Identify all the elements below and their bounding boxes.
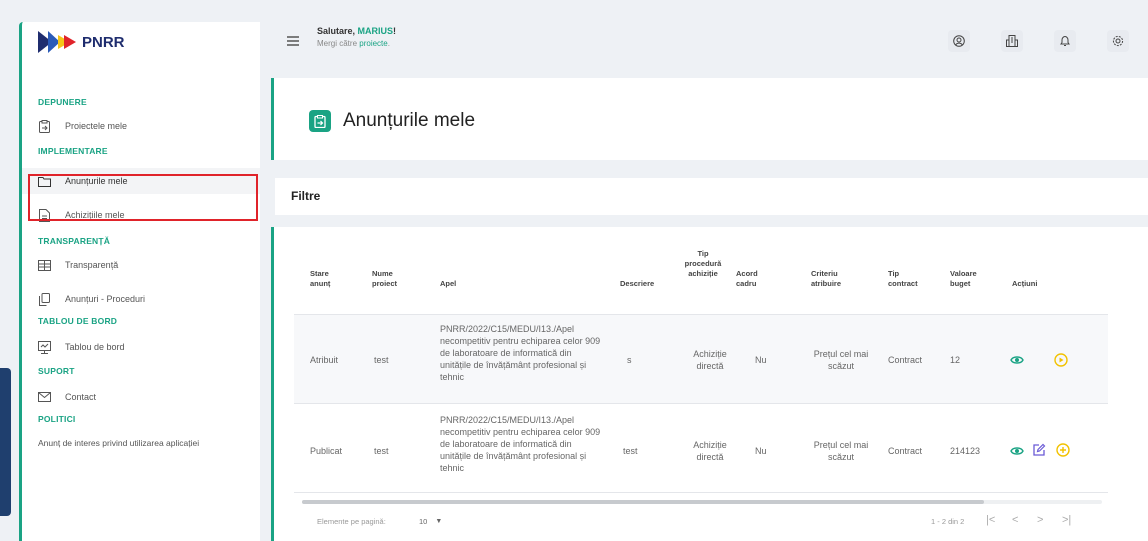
next-page-button[interactable]: >: [1037, 514, 1043, 526]
cell-stare: Publicat: [310, 446, 343, 456]
filters-panel[interactable]: Filtre: [275, 178, 1148, 215]
user-name: MARIUS: [357, 26, 394, 36]
cell-tip-procedura: Achiziție directă: [693, 440, 727, 462]
greeting-sub-suffix: .: [387, 39, 390, 48]
cell-acord: Nu: [755, 355, 767, 365]
greeting-exclaim: !: [393, 26, 397, 36]
first-page-button[interactable]: |<: [986, 514, 995, 526]
projects-link[interactable]: proiecte: [359, 39, 387, 48]
organization-icon[interactable]: [1001, 30, 1023, 52]
section-suport: SUPORT: [38, 366, 75, 376]
greeting: Salutare, MARIUS! Mergi către proiecte.: [317, 26, 396, 48]
col-nume[interactable]: Nume proiect: [372, 269, 412, 289]
edit-icon[interactable]: [1032, 443, 1046, 457]
per-page-select[interactable]: 10 ▼: [419, 517, 442, 526]
cell-acord: Nu: [755, 446, 767, 456]
sidebar-item-label: Transparență: [65, 260, 119, 270]
gear-icon[interactable]: [1107, 30, 1129, 52]
sidebar-item-contact[interactable]: Contact: [22, 384, 260, 410]
side-handle[interactable]: [0, 368, 11, 516]
cell-valoare: 214123: [950, 446, 981, 456]
mail-icon: [38, 391, 51, 404]
page-header: Anunțurile mele: [271, 78, 1148, 160]
sidebar-item-label: Contact: [65, 392, 97, 402]
col-tip-contract[interactable]: Tip contract: [888, 269, 920, 289]
section-politici: POLITICI: [38, 414, 76, 424]
clipboard-icon: [309, 110, 331, 132]
sidebar-item-label: Proiectele mele: [65, 121, 128, 131]
sidebar-item-label: Tablou de bord: [65, 342, 125, 352]
chevron-down-icon: ▼: [435, 518, 443, 525]
page-range: 1 - 2 din 2: [931, 517, 965, 526]
menu-toggle-icon[interactable]: [287, 33, 299, 49]
table-icon: [38, 259, 51, 272]
announcements-table: Stare anunț Nume proiect Apel Descriere …: [271, 227, 1148, 541]
cell-nume: test: [374, 355, 389, 365]
presentation-icon: [38, 340, 51, 354]
sidebar-item-label: Anunțuri - Proceduri: [65, 294, 146, 304]
sidebar-item-anunt-interes[interactable]: Anunț de interes privind utilizarea apli…: [22, 438, 260, 448]
cell-apel: PNRR/2022/C15/MEDU/I13./Apel necompetiti…: [440, 324, 601, 382]
bell-icon[interactable]: [1054, 30, 1076, 52]
greeting-sub: Mergi către: [317, 39, 358, 48]
copy-icon: [38, 292, 51, 306]
sidebar-item-tablou-de-bord[interactable]: Tablou de bord: [22, 334, 260, 360]
cell-apel: PNRR/2022/C15/MEDU/I13./Apel necompetiti…: [440, 415, 601, 473]
highlight-box: [28, 174, 258, 221]
sidebar: PNRR DEPUNERE Proiectele mele IMPLEMENTA…: [19, 22, 260, 541]
cell-stare: Atribuit: [310, 355, 339, 365]
add-circle-icon[interactable]: [1056, 443, 1070, 457]
col-valoare[interactable]: Valoare buget: [950, 269, 982, 289]
section-tablou-de-bord: TABLOU DE BORD: [38, 316, 118, 326]
brand-logo[interactable]: PNRR: [22, 22, 260, 62]
play-circle-icon[interactable]: [1054, 353, 1068, 367]
per-page-value: 10: [419, 517, 428, 526]
header-actions: [948, 30, 1129, 52]
col-tip-procedura[interactable]: Tip procedură achiziție: [682, 249, 724, 279]
col-descriere[interactable]: Descriere: [620, 279, 654, 289]
cell-tip-contract: Contract: [888, 446, 923, 456]
sidebar-item-transparenta[interactable]: Transparență: [22, 252, 260, 278]
col-stare[interactable]: Stare anunț: [310, 269, 350, 289]
sidebar-item-anunturi-proceduri[interactable]: Anunțuri - Proceduri: [22, 286, 260, 312]
cell-tip-procedura: Achiziție directă: [693, 349, 727, 371]
cell-criteriu: Prețul cel mai scăzut: [813, 440, 869, 462]
cell-valoare: 12: [950, 355, 961, 365]
user-icon[interactable]: [948, 30, 970, 52]
per-page-label: Elemente pe pagină:: [317, 517, 386, 526]
pnrr-logo-icon: [38, 31, 76, 53]
cell-criteriu: Prețul cel mai scăzut: [813, 349, 869, 371]
brand-name: PNRR: [82, 33, 125, 51]
cell-descriere: s: [627, 355, 632, 365]
cell-descriere: test: [623, 446, 638, 456]
cell-nume: test: [374, 446, 389, 456]
section-transparenta: TRANSPARENȚĂ: [38, 236, 111, 246]
view-icon[interactable]: [1010, 444, 1024, 458]
filters-title: Filtre: [291, 189, 321, 203]
clipboard-icon: [38, 119, 51, 133]
page-title: Anunțurile mele: [343, 110, 476, 131]
prev-page-button[interactable]: <: [1012, 514, 1018, 526]
col-apel[interactable]: Apel: [440, 279, 456, 289]
cell-tip-contract: Contract: [888, 355, 923, 365]
col-actiuni: Acțiuni: [1012, 279, 1038, 288]
view-icon[interactable]: [1010, 353, 1024, 367]
section-implementare: IMPLEMENTARE: [38, 146, 108, 156]
last-page-button[interactable]: >|: [1062, 514, 1071, 526]
horizontal-scrollbar[interactable]: [302, 500, 984, 504]
col-acord-cadru[interactable]: Acord cadru: [736, 269, 766, 289]
greeting-text: Salutare,: [317, 26, 356, 36]
col-criteriu[interactable]: Criteriu atribuire: [811, 269, 853, 289]
table-row[interactable]: Atribuit test PNRR/2022/C15/MEDU/I13./Ap…: [294, 315, 1108, 404]
section-depunere: DEPUNERE: [38, 97, 87, 107]
sidebar-item-proiectele-mele[interactable]: Proiectele mele: [22, 113, 260, 139]
table-row[interactable]: Publicat test PNRR/2022/C15/MEDU/I13./Ap…: [294, 404, 1108, 493]
